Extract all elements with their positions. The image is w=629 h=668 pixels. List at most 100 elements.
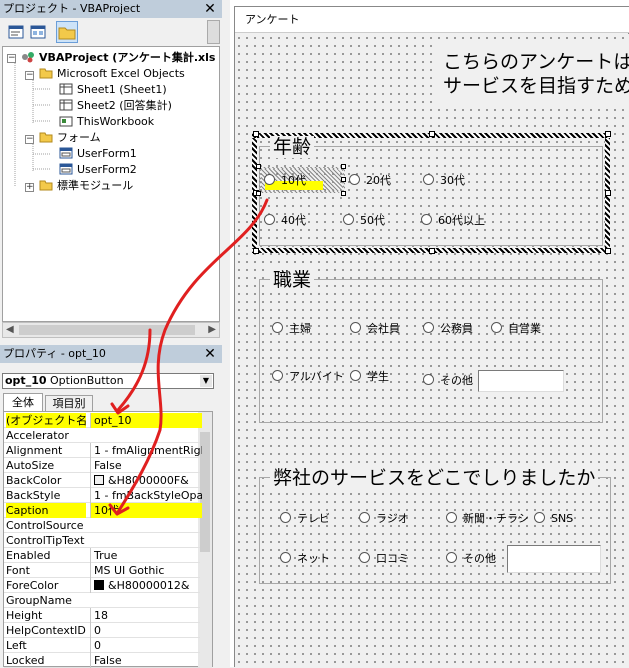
option-age-40s-label: 40代: [281, 214, 306, 227]
job-other-input[interactable]: [478, 370, 564, 392]
expander-excel-objects[interactable]: −: [25, 71, 34, 80]
option-source-sns[interactable]: SNS: [534, 511, 573, 527]
job-frame[interactable]: [259, 279, 603, 423]
property-value[interactable]: 0: [90, 638, 202, 653]
option-source-newspaper[interactable]: 新聞・チラシ: [446, 511, 529, 527]
property-row[interactable]: Font MS UI Gothic: [4, 563, 200, 578]
close-icon[interactable]: ✕: [202, 0, 218, 18]
property-value[interactable]: opt_10: [90, 413, 202, 428]
tab-all[interactable]: 全体: [3, 393, 43, 411]
property-row[interactable]: (オブジェクト名) opt_10: [4, 413, 202, 428]
option-age-10s[interactable]: 10代: [264, 173, 306, 189]
property-name: Locked: [6, 654, 45, 667]
property-row[interactable]: ControlTipText: [4, 533, 200, 548]
tree-item-vbaproject[interactable]: VBAProject (アンケート集計.xls: [21, 50, 215, 66]
tab-category[interactable]: 項目別: [45, 395, 93, 411]
chevron-down-icon[interactable]: ▼: [200, 375, 212, 387]
property-value[interactable]: 18: [90, 608, 202, 623]
property-row[interactable]: Accelerator: [4, 428, 200, 443]
property-row[interactable]: Alignment 1 - fmAlignmentRigh: [4, 443, 202, 458]
toggle-folders-button[interactable]: [56, 21, 78, 43]
tree-item-sheet1[interactable]: Sheet1 (Sheet1): [59, 82, 167, 98]
resize-handle[interactable]: [256, 191, 261, 196]
property-value[interactable]: &H80000012&: [90, 578, 202, 593]
option-source-word-of-mouth[interactable]: 口コミ: [359, 551, 409, 567]
resize-handle[interactable]: [341, 164, 346, 169]
property-value[interactable]: True: [90, 548, 202, 563]
resize-handle[interactable]: [256, 164, 261, 169]
resize-handle[interactable]: [605, 131, 611, 137]
scroll-left-icon[interactable]: ◀: [6, 324, 14, 335]
option-job-self-employed[interactable]: 自営業: [491, 321, 541, 337]
resize-handle[interactable]: [253, 248, 259, 254]
resize-handle[interactable]: [253, 131, 259, 137]
option-age-10s-label: 10代: [281, 174, 306, 187]
expander-root[interactable]: −: [7, 54, 16, 63]
age-frame[interactable]: [259, 146, 603, 246]
scroll-right-icon[interactable]: ▶: [208, 324, 216, 335]
option-source-net[interactable]: ネット: [280, 551, 330, 567]
tree-item-modules[interactable]: 標準モジュール: [39, 178, 133, 194]
close-icon[interactable]: ✕: [202, 345, 218, 363]
resize-handle[interactable]: [605, 190, 611, 196]
project-hscrollbar[interactable]: ◀ ▶: [2, 322, 220, 338]
option-age-50s[interactable]: 50代: [343, 213, 385, 229]
option-source-other[interactable]: その他: [446, 551, 496, 567]
property-value[interactable]: &H8000000F&: [90, 473, 202, 488]
option-job-employee[interactable]: 会社員: [350, 321, 400, 337]
property-value[interactable]: 1 - fmAlignmentRigh: [90, 443, 202, 458]
tree-item-forms[interactable]: フォーム: [39, 130, 101, 146]
resize-handle[interactable]: [605, 248, 611, 254]
property-row[interactable]: Locked False: [4, 653, 200, 668]
property-row[interactable]: ForeColor &H80000012&: [4, 578, 200, 593]
option-job-housewife[interactable]: 主婦: [272, 321, 311, 337]
option-job-student[interactable]: 学生: [350, 369, 389, 385]
radio-icon: [264, 214, 275, 225]
resize-handle[interactable]: [341, 177, 346, 182]
radio-icon: [272, 370, 283, 381]
tree-item-sheet2[interactable]: Sheet2 (回答集計): [59, 98, 172, 114]
intro-label[interactable]: こちらのアンケートは サービスを目指すため: [433, 42, 629, 104]
tree-item-excel-objects[interactable]: Microsoft Excel Objects: [39, 66, 185, 82]
form-canvas[interactable]: こちらのアンケートは サービスを目指すため 年齢 10代 20代 30代 40代…: [235, 34, 629, 668]
property-row[interactable]: Height 18: [4, 608, 200, 623]
option-age-30s[interactable]: 30代: [423, 173, 465, 189]
property-row[interactable]: Enabled True: [4, 548, 200, 563]
property-row[interactable]: BackColor &H8000000F&: [4, 473, 200, 488]
property-value[interactable]: False: [90, 653, 202, 668]
property-row[interactable]: BackStyle 1 - fmBackStyleOpa: [4, 488, 202, 503]
property-value[interactable]: 10代: [90, 503, 202, 518]
view-object-button[interactable]: [28, 22, 48, 42]
option-source-tv[interactable]: テレビ: [280, 511, 330, 527]
property-value[interactable]: MS UI Gothic: [90, 563, 202, 578]
tree-item-thisworkbook[interactable]: ThisWorkbook: [59, 114, 154, 130]
expander-forms[interactable]: −: [25, 135, 34, 144]
resize-handle[interactable]: [429, 248, 435, 254]
option-age-40s[interactable]: 40代: [264, 213, 306, 229]
property-value[interactable]: 0: [90, 623, 202, 638]
source-other-input[interactable]: [507, 545, 601, 573]
option-source-radio[interactable]: ラジオ: [359, 511, 409, 527]
resize-handle[interactable]: [341, 191, 346, 196]
scrollbar-thumb[interactable]: [19, 325, 195, 335]
tree-item-userform1[interactable]: UserForm1: [59, 146, 137, 162]
object-select[interactable]: opt_10 OptionButton ▼: [2, 373, 214, 389]
option-age-60s[interactable]: 60代以上: [421, 213, 485, 229]
property-row[interactable]: Left 0: [4, 638, 200, 653]
option-job-other[interactable]: その他: [423, 373, 473, 389]
property-row[interactable]: ControlSource: [4, 518, 200, 533]
property-value[interactable]: 1 - fmBackStyleOpa: [90, 488, 202, 503]
property-row[interactable]: HelpContextID 0: [4, 623, 200, 638]
toolbar-scroll-stub[interactable]: [207, 20, 220, 44]
tree-item-userform2[interactable]: UserForm2: [59, 162, 137, 178]
option-job-civil-servant[interactable]: 公務員: [423, 321, 473, 337]
property-row[interactable]: Caption 10代: [4, 503, 202, 518]
resize-handle[interactable]: [429, 131, 435, 137]
property-row[interactable]: AutoSize False: [4, 458, 200, 473]
expander-modules[interactable]: +: [25, 183, 34, 192]
option-age-20s[interactable]: 20代: [349, 173, 391, 189]
option-job-parttime[interactable]: アルバイト: [272, 369, 344, 385]
property-value[interactable]: False: [90, 458, 202, 473]
view-code-button[interactable]: [6, 22, 26, 42]
property-row[interactable]: GroupName: [4, 593, 200, 608]
